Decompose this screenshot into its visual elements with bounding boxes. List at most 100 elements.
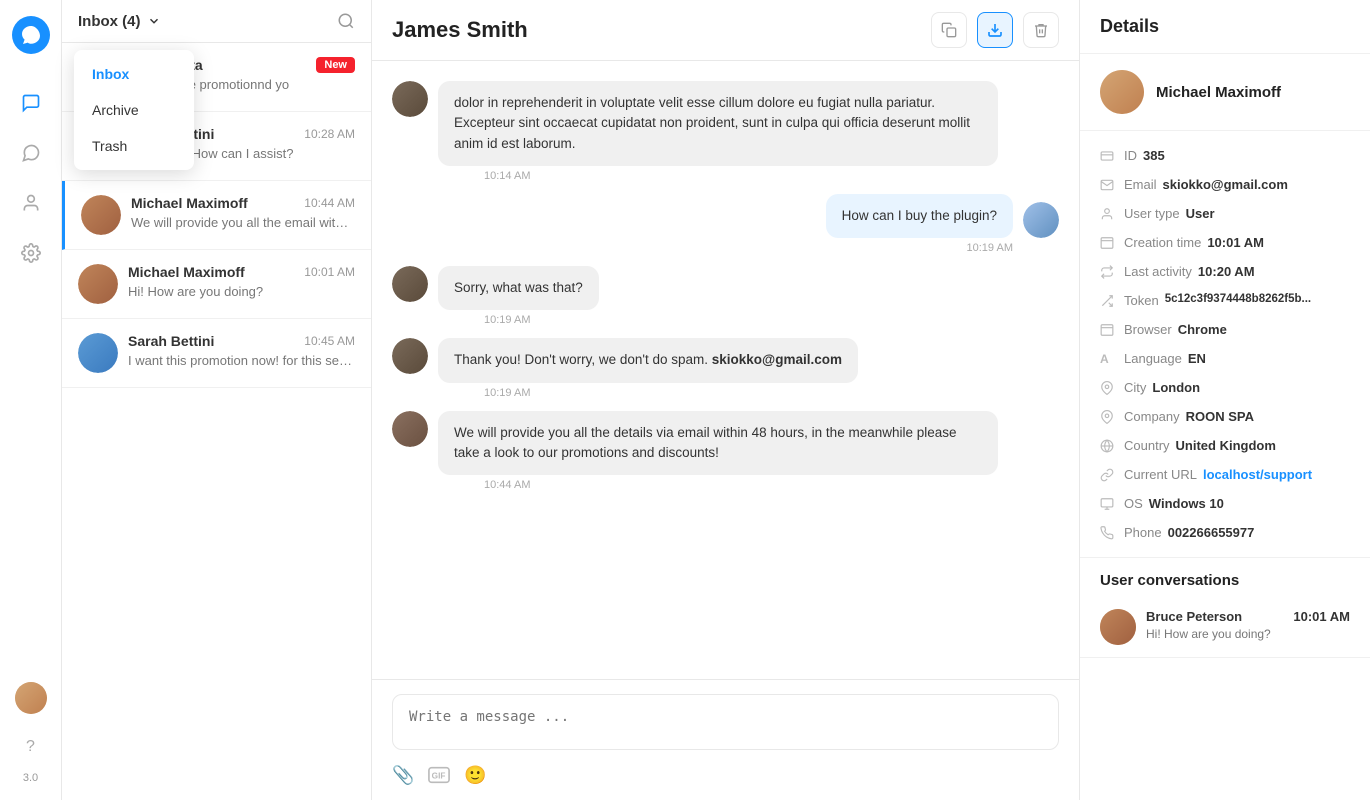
chat-messages: dolor in reprehenderit in voluptate veli… xyxy=(372,61,1079,679)
user-conv-preview: Hi! How are you doing? xyxy=(1146,627,1350,641)
attachment-icon[interactable]: 📎 xyxy=(392,765,414,786)
conv-badge: New xyxy=(316,57,355,73)
message-avatar xyxy=(392,411,428,447)
nav-comments-icon[interactable] xyxy=(12,134,50,172)
field-value: 10:01 AM xyxy=(1207,235,1264,250)
conv-time: 10:44 AM xyxy=(304,196,355,210)
message-item: We will provide you all the details via … xyxy=(392,411,1059,492)
message-avatar xyxy=(392,266,428,302)
nav-help-icon[interactable]: ? xyxy=(12,728,50,766)
language-icon: A xyxy=(1100,352,1118,366)
user-conv-time: 10:01 AM xyxy=(1293,609,1350,624)
nav-user-avatar[interactable] xyxy=(15,682,47,714)
details-field-url: Current URL localhost/support xyxy=(1100,460,1350,489)
avatar xyxy=(78,333,118,373)
conv-preview: Hi! How are you doing? xyxy=(128,284,355,299)
field-value: Chrome xyxy=(1178,322,1227,337)
delete-button[interactable] xyxy=(1023,12,1059,48)
details-user-card: Michael Maximoff xyxy=(1080,54,1370,131)
message-input[interactable] xyxy=(392,694,1059,750)
conversation-item[interactable]: Michael Maximoff 10:01 AM Hi! How are yo… xyxy=(62,250,371,319)
details-field-company: Company ROON SPA xyxy=(1100,402,1350,431)
field-label: Creation time xyxy=(1124,235,1201,250)
field-label: Token xyxy=(1124,293,1159,308)
conv-time: 10:28 AM xyxy=(304,127,355,141)
dropdown-item-inbox[interactable]: Inbox xyxy=(74,56,194,92)
details-field-activity: Last activity 10:20 AM xyxy=(1100,257,1350,286)
nav-users-icon[interactable] xyxy=(12,184,50,222)
user-conv-avatar xyxy=(1100,609,1136,645)
details-fields: ID 385 Email skiokko@gmail.com User type… xyxy=(1080,131,1370,557)
token-icon xyxy=(1100,294,1118,308)
message-time: 10:44 AM xyxy=(438,479,998,491)
chat-title: James Smith xyxy=(392,17,528,43)
field-value: 5c12c3f9374448b8262f5b... xyxy=(1165,293,1311,305)
dropdown-item-trash[interactable]: Trash xyxy=(74,128,194,164)
user-conv-body: Bruce Peterson 10:01 AM Hi! How are you … xyxy=(1146,609,1350,641)
field-label: Browser xyxy=(1124,322,1172,337)
nav-chat-icon[interactable] xyxy=(12,84,50,122)
conv-time: 10:01 AM xyxy=(304,265,355,279)
field-value: 002266655977 xyxy=(1168,525,1255,540)
conv-time: 10:45 AM xyxy=(304,334,355,348)
chat-area: James Smith xyxy=(372,0,1080,800)
details-title: Details xyxy=(1080,0,1370,54)
id-icon xyxy=(1100,149,1118,163)
conv-preview: We will provide you all the email within… xyxy=(131,215,355,230)
details-field-city: City London xyxy=(1100,373,1350,402)
usertype-icon xyxy=(1100,207,1118,221)
details-field-country: Country United Kingdom xyxy=(1100,431,1350,460)
avatar xyxy=(78,264,118,304)
field-label: Language xyxy=(1124,351,1182,366)
field-label: ID xyxy=(1124,148,1137,163)
message-bubble: How can I buy the plugin? xyxy=(826,194,1013,238)
city-icon xyxy=(1100,381,1118,395)
field-value: localhost/support xyxy=(1203,467,1312,482)
chat-header: James Smith xyxy=(372,0,1079,61)
conversation-item[interactable]: Sarah Bettini 10:45 AM I want this promo… xyxy=(62,319,371,388)
details-field-id: ID 385 xyxy=(1100,141,1350,170)
emoji-icon[interactable]: 🙂 xyxy=(464,765,486,786)
details-user-name: Michael Maximoff xyxy=(1156,84,1281,101)
field-value: ROON SPA xyxy=(1186,409,1254,424)
nav-settings-icon[interactable] xyxy=(12,234,50,272)
gif-icon[interactable]: GIF xyxy=(428,765,450,786)
inbox-title-dropdown[interactable]: Inbox (4) xyxy=(78,13,161,30)
svg-text:GIF: GIF xyxy=(432,772,446,781)
conversation-item[interactable]: Michael Maximoff 10:44 AM We will provid… xyxy=(62,181,371,250)
details-field-email: Email skiokko@gmail.com xyxy=(1100,170,1350,199)
download-button[interactable] xyxy=(977,12,1013,48)
chat-input-area: 📎 GIF 🙂 xyxy=(372,679,1079,800)
message-time: 10:19 AM xyxy=(967,242,1059,254)
message-bubble: Sorry, what was that? xyxy=(438,266,599,310)
message-item: How can I buy the plugin? 10:19 AM xyxy=(392,194,1059,254)
chat-input-actions: 📎 GIF 🙂 xyxy=(392,755,1059,786)
details-field-token: Token 5c12c3f9374448b8262f5b... xyxy=(1100,286,1350,315)
message-avatar xyxy=(1023,202,1059,238)
message-item: dolor in reprehenderit in voluptate veli… xyxy=(392,81,1059,182)
country-icon xyxy=(1100,439,1118,453)
creation-time-icon xyxy=(1100,236,1118,250)
details-field-browser: Browser Chrome xyxy=(1100,315,1350,344)
message-bubble: We will provide you all the details via … xyxy=(438,411,998,476)
user-conv-name: Bruce Peterson xyxy=(1146,609,1242,624)
details-field-creation: Creation time 10:01 AM xyxy=(1100,228,1350,257)
sidebar-nav: ? 3.0 xyxy=(0,0,62,800)
conv-body: Michael Maximoff 10:01 AM Hi! How are yo… xyxy=(128,264,355,299)
browser-icon xyxy=(1100,323,1118,337)
details-user-avatar xyxy=(1100,70,1144,114)
inbox-title-text: Inbox (4) xyxy=(78,13,141,30)
chat-header-actions xyxy=(931,12,1059,48)
dropdown-item-archive[interactable]: Archive xyxy=(74,92,194,128)
field-label: OS xyxy=(1124,496,1143,511)
inbox-search-button[interactable] xyxy=(337,12,355,30)
copy-button[interactable] xyxy=(931,12,967,48)
field-value: United Kingdom xyxy=(1176,438,1276,453)
user-conversation-item[interactable]: Bruce Peterson 10:01 AM Hi! How are you … xyxy=(1080,597,1370,658)
user-conversations-title: User conversations xyxy=(1080,557,1370,597)
field-value: London xyxy=(1152,380,1200,395)
conv-name: Sarah Bettini xyxy=(128,333,214,349)
details-field-phone: Phone 002266655977 xyxy=(1100,518,1350,547)
field-label: Email xyxy=(1124,177,1157,192)
app-logo xyxy=(12,16,50,54)
